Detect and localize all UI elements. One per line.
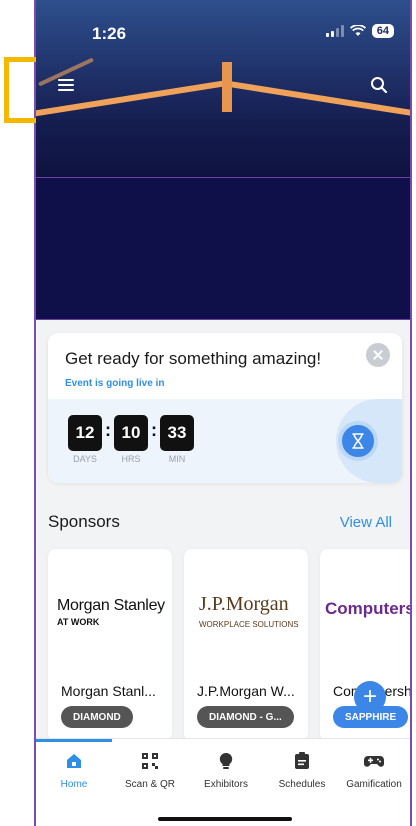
- timer-separator: :: [105, 420, 111, 440]
- bottom-tab-bar: Home Scan & QR Exhibitors Schedules Gami…: [36, 738, 410, 826]
- sponsor-tier-badge: DIAMOND: [61, 706, 133, 728]
- gamepad-icon: [364, 756, 384, 767]
- tab-home[interactable]: Home: [36, 751, 112, 790]
- tab-exhibitors[interactable]: Exhibitors: [188, 751, 264, 790]
- active-tab-indicator: [36, 739, 112, 742]
- live-card-subtitle: Event is going live in: [65, 378, 165, 389]
- timer-separator: :: [151, 420, 157, 440]
- wifi-icon: [349, 25, 366, 36]
- search-icon[interactable]: [370, 76, 388, 94]
- status-time: 1:26: [92, 24, 127, 43]
- battery-level: 64: [371, 24, 394, 38]
- event-banner[interactable]: [36, 178, 410, 320]
- hero-banner: 1:26 64: [36, 0, 410, 178]
- sponsor-name: Morgan Stanl...: [61, 683, 156, 699]
- countdown-timer: 12 DAYS : 10 HRS : 33 MIN: [68, 415, 194, 464]
- sponsor-name: J.P.Morgan W...: [197, 683, 295, 699]
- countdown-band: 12 DAYS : 10 HRS : 33 MIN: [48, 399, 402, 483]
- timer-days-label: DAYS: [73, 454, 97, 464]
- timer-hours: 10: [114, 415, 148, 451]
- tab-label: Schedules: [278, 779, 326, 790]
- timer-days: 12: [68, 415, 102, 451]
- hourglass-icon: [338, 421, 378, 461]
- sponsor-tier-badge: DIAMOND - G...: [197, 706, 294, 728]
- timer-minutes-label: MIN: [168, 454, 186, 464]
- timer-minutes: 33: [160, 415, 194, 451]
- home-indicator: [158, 817, 292, 821]
- close-icon[interactable]: [366, 343, 390, 367]
- sponsor-card[interactable]: Morgan Stanley AT WORK Morgan Stanl... D…: [48, 549, 172, 741]
- bulb-icon: [219, 752, 233, 769]
- light-post: [222, 62, 232, 112]
- sponsor-card[interactable]: J.P.Morgan WORKPLACE SOLUTIONS J.P.Morga…: [184, 549, 308, 741]
- sponsor-logo: Computersh: [325, 599, 410, 618]
- tab-label: Home: [60, 779, 88, 790]
- sponsor-logo: Morgan Stanley AT WORK: [57, 597, 165, 627]
- phone-frame: 1:26 64 Get ready for something amazing!…: [34, 0, 412, 826]
- tab-schedules[interactable]: Schedules: [264, 751, 340, 790]
- clipboard-icon: [295, 752, 309, 769]
- tab-label: Gamification: [346, 779, 402, 790]
- live-card-title: Get ready for something amazing!: [65, 349, 322, 368]
- status-icons: 64: [325, 24, 394, 38]
- sponsors-heading: Sponsors: [48, 512, 120, 531]
- home-icon: [67, 754, 81, 768]
- menu-icon[interactable]: [58, 79, 74, 91]
- signal-icon: [325, 25, 344, 37]
- tab-gamification[interactable]: Gamification: [336, 751, 410, 790]
- sponsor-logo: J.P.Morgan WORKPLACE SOLUTIONS: [199, 593, 299, 629]
- highlight-marker: [4, 57, 36, 123]
- tab-label: Exhibitors: [204, 779, 248, 790]
- timer-hours-label: HRS: [121, 454, 141, 464]
- qr-icon: [142, 753, 158, 769]
- view-all-link[interactable]: View All: [340, 514, 392, 531]
- tab-label: Scan & QR: [124, 779, 176, 790]
- add-fab-button[interactable]: +: [354, 681, 386, 713]
- event-live-card: Get ready for something amazing! Event i…: [48, 333, 402, 483]
- tab-scan-qr[interactable]: Scan & QR: [112, 751, 188, 790]
